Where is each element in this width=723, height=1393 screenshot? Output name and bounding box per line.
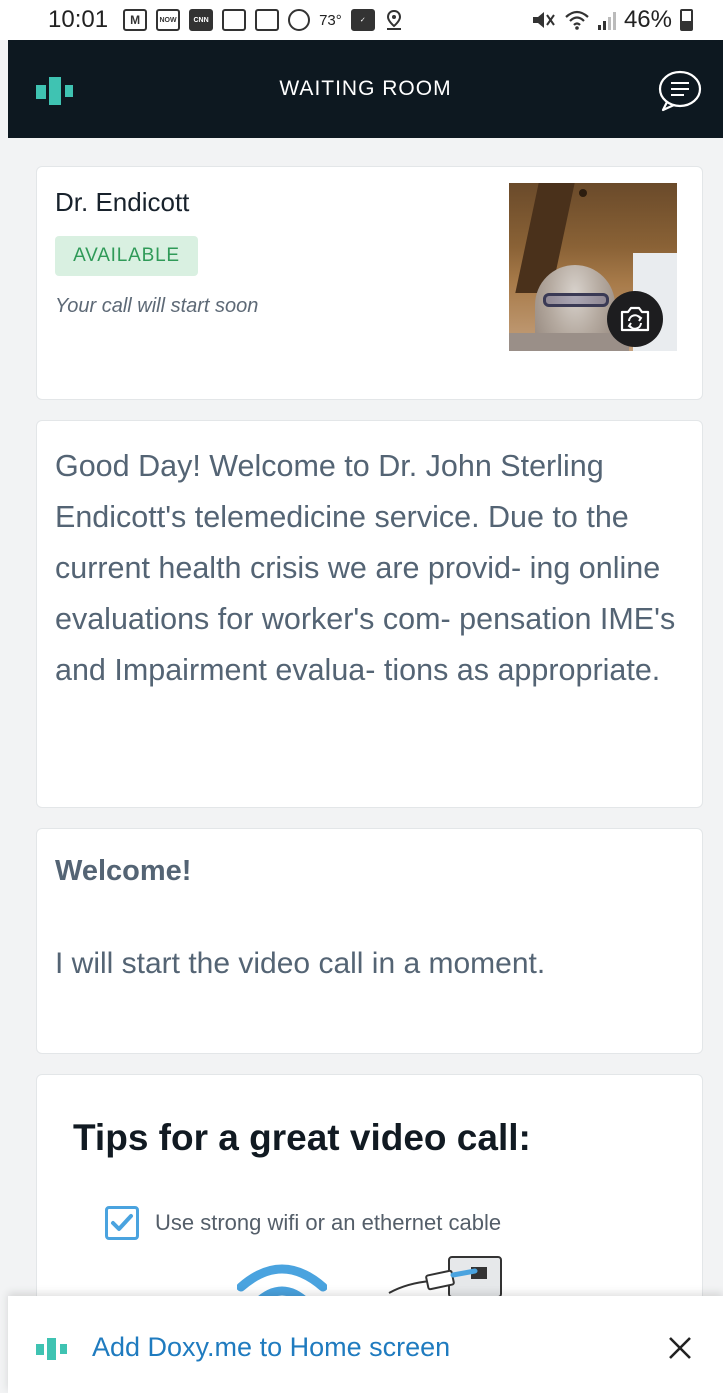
welcome-message: Good Day! Welcome to Dr. John Sterling E… [55, 449, 676, 687]
news-icon-2 [255, 9, 280, 31]
checkbox-checked-icon [105, 1206, 139, 1240]
welcome-title: Welcome! [55, 855, 192, 887]
chat-icon[interactable] [657, 68, 703, 114]
tips-title: Tips for a great video call: [73, 1117, 531, 1158]
status-right: 46% [530, 6, 693, 34]
page-title: WAITING ROOM [279, 77, 452, 100]
add-to-home-link[interactable]: Add Doxy.me to Home screen [92, 1332, 450, 1363]
status-badge: AVAILABLE [55, 236, 198, 276]
close-icon[interactable] [666, 1334, 694, 1362]
welcome-card: Welcome! I will start the video call in … [36, 828, 703, 1054]
call-note: Your call will start soon [55, 295, 259, 317]
checklist-icon: ✓ [350, 9, 375, 31]
status-bar: 10:01 M NOW CNN 73° ✓ 46% [0, 0, 723, 40]
weather-now-icon: NOW [156, 9, 181, 31]
doctor-name: Dr. Endicott [55, 187, 190, 217]
welcome-body: I will start the video call in a moment. [55, 947, 546, 980]
temperature: 73° [319, 11, 342, 29]
doxy-logo-icon [36, 77, 73, 105]
signal-icon [597, 10, 616, 30]
status-time: 10:01 [48, 6, 109, 33]
tips-card: Tips for a great video call: Use strong … [36, 1074, 703, 1304]
battery-icon [680, 9, 693, 31]
battery-percent: 46% [623, 6, 672, 33]
circle-icon [288, 9, 311, 31]
doxy-logo-icon [36, 1338, 67, 1360]
mute-icon [532, 12, 555, 28]
status-left: 10:01 M NOW CNN 73° ✓ [48, 6, 404, 34]
cnn-icon: CNN [189, 9, 214, 31]
mail-icon: M [123, 9, 148, 31]
add-to-home-banner: Add Doxy.me to Home screen [8, 1296, 723, 1393]
tip-text: Use strong wifi or an ethernet cable [155, 1210, 502, 1235]
message-card: Good Day! Welcome to Dr. John Sterling E… [36, 420, 703, 808]
self-video-preview [509, 183, 677, 351]
wifi-icon [565, 10, 589, 30]
location-icon [386, 9, 401, 30]
switch-camera-button[interactable] [607, 291, 663, 347]
news-icon [222, 9, 247, 31]
tip-item: Use strong wifi or an ethernet cable [105, 1206, 501, 1240]
camera-flip-icon [620, 306, 650, 332]
doctor-card: Dr. Endicott AVAILABLE Your call will st… [36, 166, 703, 400]
app-header: WAITING ROOM [8, 40, 723, 138]
